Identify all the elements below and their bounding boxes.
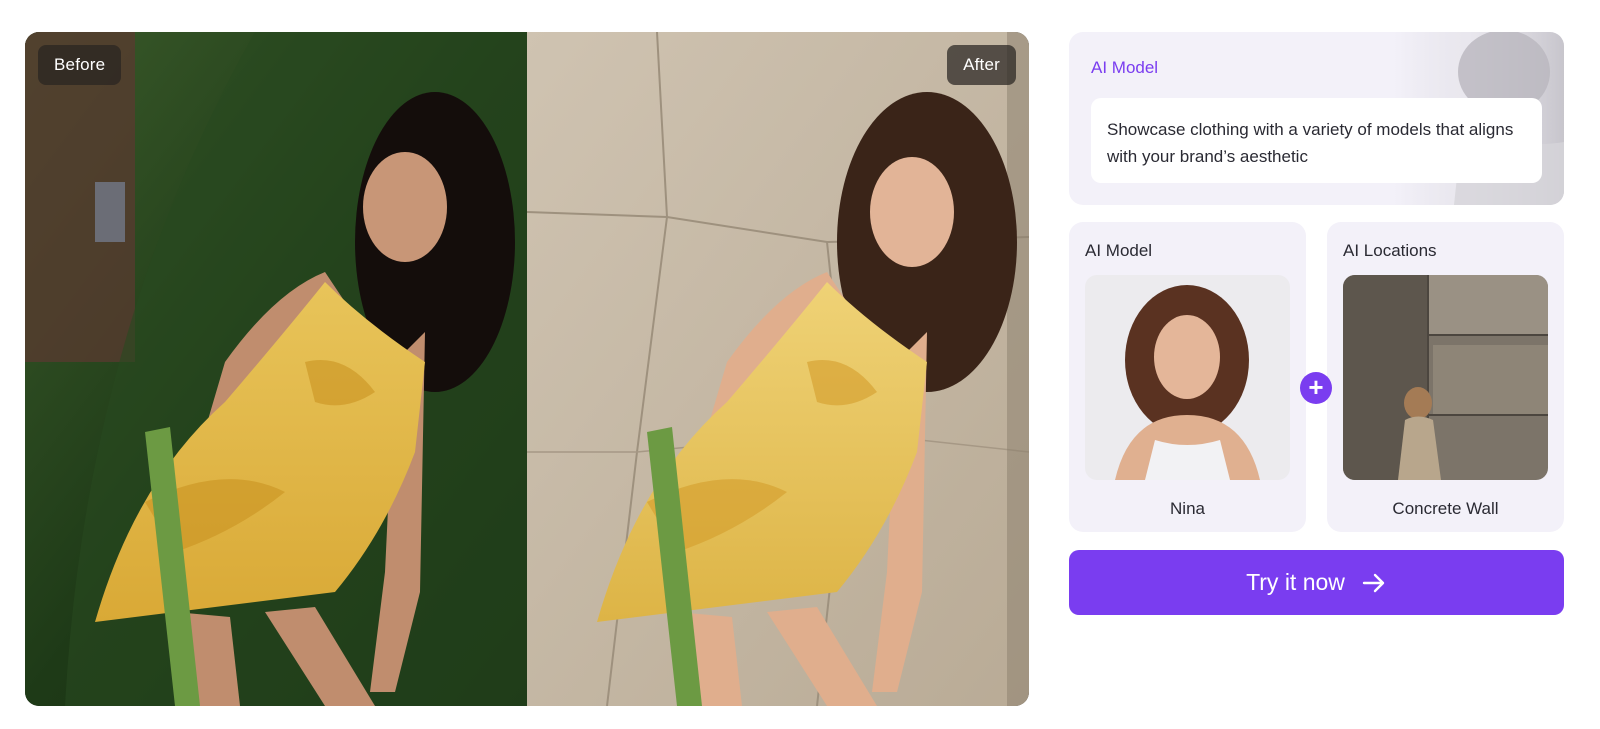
after-photo (527, 32, 1029, 706)
plus-icon: + (1300, 372, 1332, 404)
after-label: After (947, 45, 1016, 85)
try-it-now-label: Try it now (1246, 569, 1345, 595)
ai-model-card[interactable]: AI Model Nina (1069, 222, 1306, 532)
page: Before After AI Model Showcase clothing … (0, 0, 1600, 729)
location-thumbnail[interactable] (1343, 275, 1548, 480)
arrow-right-icon (1362, 573, 1385, 592)
intro-description: Showcase clothing with a variety of mode… (1091, 98, 1542, 183)
after-image (527, 32, 1029, 706)
before-label: Before (38, 45, 122, 85)
intro-title: AI Model (1091, 58, 1159, 77)
intro-card: AI Model Showcase clothing with a variet… (1069, 32, 1564, 205)
location-name: Concrete Wall (1392, 499, 1499, 518)
model-photo (1085, 275, 1290, 480)
selection-row: AI Model Nina + AI Locations Concrete Wa… (1069, 222, 1564, 532)
before-image (25, 32, 527, 706)
ai-location-card[interactable]: AI Locations Concrete Wall (1327, 222, 1564, 532)
ai-location-card-title: AI Locations (1343, 241, 1437, 260)
location-photo (1343, 275, 1548, 480)
ai-model-card-title: AI Model (1085, 241, 1153, 260)
before-photo (25, 32, 527, 706)
model-name: Nina (1170, 499, 1205, 518)
feature-panel: AI Model Showcase clothing with a variet… (1069, 32, 1564, 615)
try-it-now-button[interactable]: Try it now (1069, 550, 1564, 615)
model-thumbnail[interactable] (1085, 275, 1290, 480)
before-after-comparison[interactable]: Before After (25, 32, 1029, 706)
